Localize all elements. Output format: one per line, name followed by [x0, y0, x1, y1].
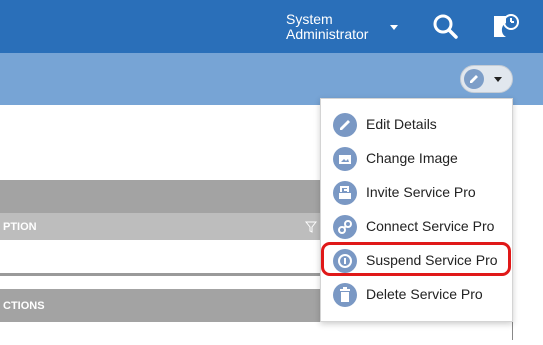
user-menu-button[interactable]: System Administrator [272, 9, 402, 45]
menu-item-label: Edit Details [366, 116, 437, 132]
top-navigation-bar: System Administrator [0, 0, 543, 53]
filter-icon[interactable] [305, 221, 317, 233]
trash-icon [333, 283, 357, 307]
menu-item-connect-service-pro[interactable]: Connect Service Pro [321, 210, 512, 244]
activity-button[interactable] [491, 11, 521, 43]
menu-item-label: Change Image [366, 150, 458, 166]
description-column-header: PTION [3, 221, 37, 233]
actions-section-header: CTIONS [0, 289, 320, 322]
user-name-label: System Administrator [286, 11, 369, 42]
pencil-icon [333, 113, 357, 137]
menu-item-label: Invite Service Pro [366, 184, 476, 200]
chevron-down-icon [390, 25, 398, 30]
table-header-row: PTION [0, 213, 320, 240]
image-icon [333, 147, 357, 171]
menu-item-label: Delete Service Pro [366, 286, 483, 302]
menu-item-edit-details[interactable]: Edit Details [321, 108, 512, 142]
actions-header-label: CTIONS [3, 300, 45, 312]
pencil-icon [464, 69, 484, 89]
link-icon [333, 215, 357, 239]
chevron-down-icon [494, 77, 502, 82]
invite-icon [333, 181, 357, 205]
menu-item-change-image[interactable]: Change Image [321, 142, 512, 176]
suspend-icon [333, 249, 357, 273]
divider [0, 273, 320, 276]
actions-dropdown-menu: Edit Details Change Image Invite Service… [320, 98, 513, 322]
search-icon [433, 14, 458, 39]
menu-item-label: Suspend Service Pro [366, 252, 498, 268]
document-clock-icon [494, 14, 519, 37]
menu-item-delete-service-pro[interactable]: Delete Service Pro [321, 278, 512, 312]
menu-item-invite-service-pro[interactable]: Invite Service Pro [321, 176, 512, 210]
section-header-bar [0, 180, 320, 213]
divider [512, 322, 513, 340]
menu-item-label: Connect Service Pro [366, 218, 495, 234]
actions-menu-toggle[interactable] [460, 65, 513, 93]
menu-item-suspend-service-pro[interactable]: Suspend Service Pro [321, 242, 512, 278]
search-button[interactable] [430, 11, 462, 43]
